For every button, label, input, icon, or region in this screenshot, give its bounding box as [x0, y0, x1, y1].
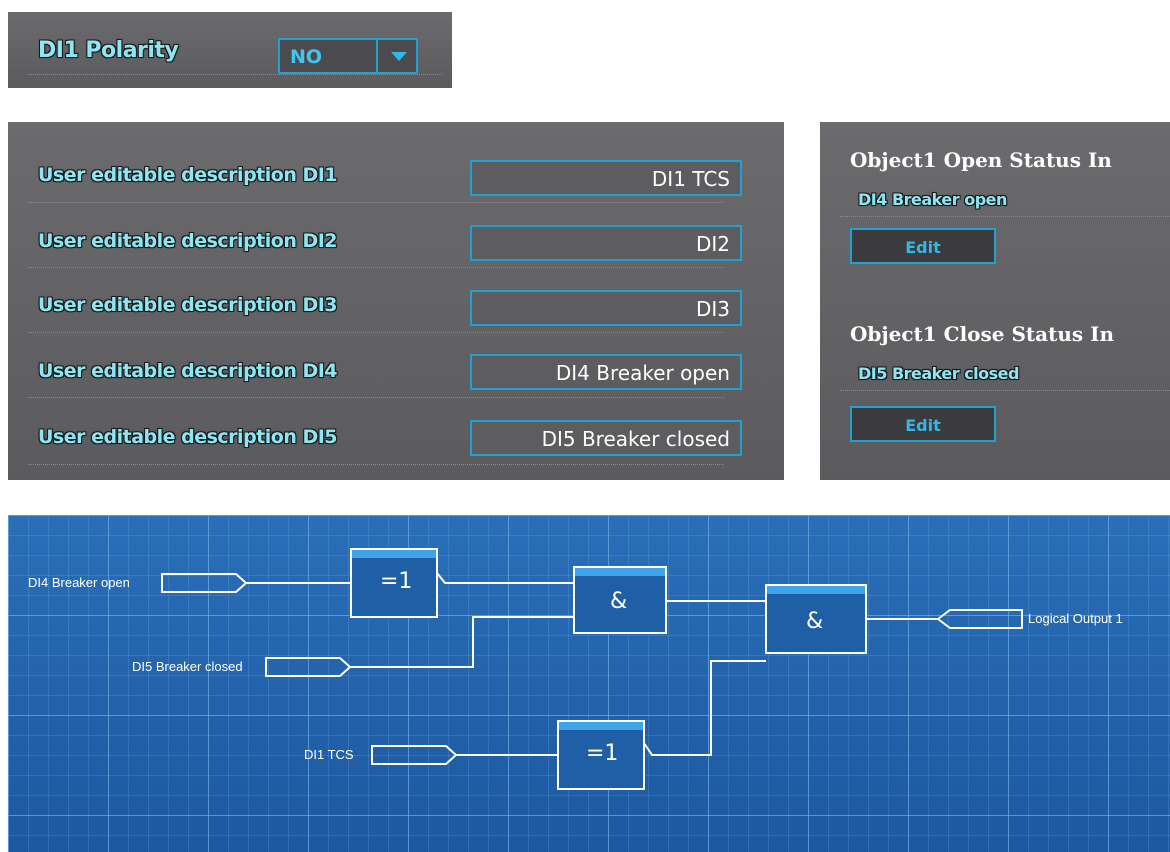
open-status-edit-button[interactable]: Edit [850, 228, 996, 264]
open-status-title: Object1 Open Status In [850, 148, 1112, 172]
input-connector-di1 [371, 745, 458, 765]
wire-di5-to-and1 [350, 616, 574, 668]
close-status-title: Object1 Close Status In [850, 322, 1115, 346]
close-status-value: DI5 Breaker closed [858, 364, 1019, 383]
description-field-di2[interactable]: DI2 [470, 225, 742, 261]
open-status-value: DI4 Breaker open [858, 190, 1007, 209]
polarity-panel: DI1 Polarity NO [8, 12, 452, 88]
input-connector-di4 [161, 573, 248, 593]
description-label-di5: User editable description DI5 [38, 426, 338, 448]
logic-diagram-canvas [161, 548, 1023, 790]
description-field-di4[interactable]: DI4 Breaker open [470, 354, 742, 390]
polarity-select-value: NO [290, 46, 323, 68]
divider [28, 397, 724, 398]
description-label-di2: User editable description DI2 [38, 230, 338, 252]
description-panel: User editable description DI1 DI1 TCS Us… [8, 122, 784, 480]
input-label-di4: DI4 Breaker open [28, 575, 130, 590]
output-label: Logical Output 1 [1028, 611, 1123, 626]
select-separator [376, 40, 378, 72]
gate-and2-symbol: & [806, 609, 824, 634]
divider [28, 267, 724, 268]
polarity-label: DI1 Polarity [38, 38, 179, 63]
wire-xor2-to-and2 [658, 660, 766, 756]
divider [840, 216, 1170, 217]
gate-xor1-symbol: =1 [380, 569, 413, 594]
input-label-di1: DI1 TCS [304, 747, 354, 762]
divider [840, 390, 1170, 391]
input-connector-di5 [265, 657, 352, 677]
gate-xor2-symbol: =1 [586, 741, 619, 766]
description-label-di1: User editable description DI1 [38, 164, 338, 186]
description-label-di3: User editable description DI3 [38, 294, 338, 316]
logic-diagram: DI4 Breaker open DI5 Breaker closed DI1 … [8, 515, 1170, 852]
input-label-di5: DI5 Breaker closed [132, 659, 243, 674]
chevron-down-icon[interactable] [386, 43, 412, 69]
description-field-di3[interactable]: DI3 [470, 290, 742, 326]
close-status-edit-button[interactable]: Edit [850, 406, 996, 442]
description-field-di1[interactable]: DI1 TCS [470, 160, 742, 196]
output-connector [936, 609, 1023, 629]
description-field-di5[interactable]: DI5 Breaker closed [470, 420, 742, 456]
divider [28, 74, 442, 75]
divider [28, 332, 724, 333]
object-status-panel: Object1 Open Status In DI4 Breaker open … [820, 122, 1170, 480]
polarity-select[interactable]: NO [278, 38, 418, 74]
divider [28, 202, 724, 203]
description-label-di4: User editable description DI4 [38, 360, 338, 382]
gate-and1-symbol: & [610, 589, 628, 614]
divider [28, 464, 724, 465]
